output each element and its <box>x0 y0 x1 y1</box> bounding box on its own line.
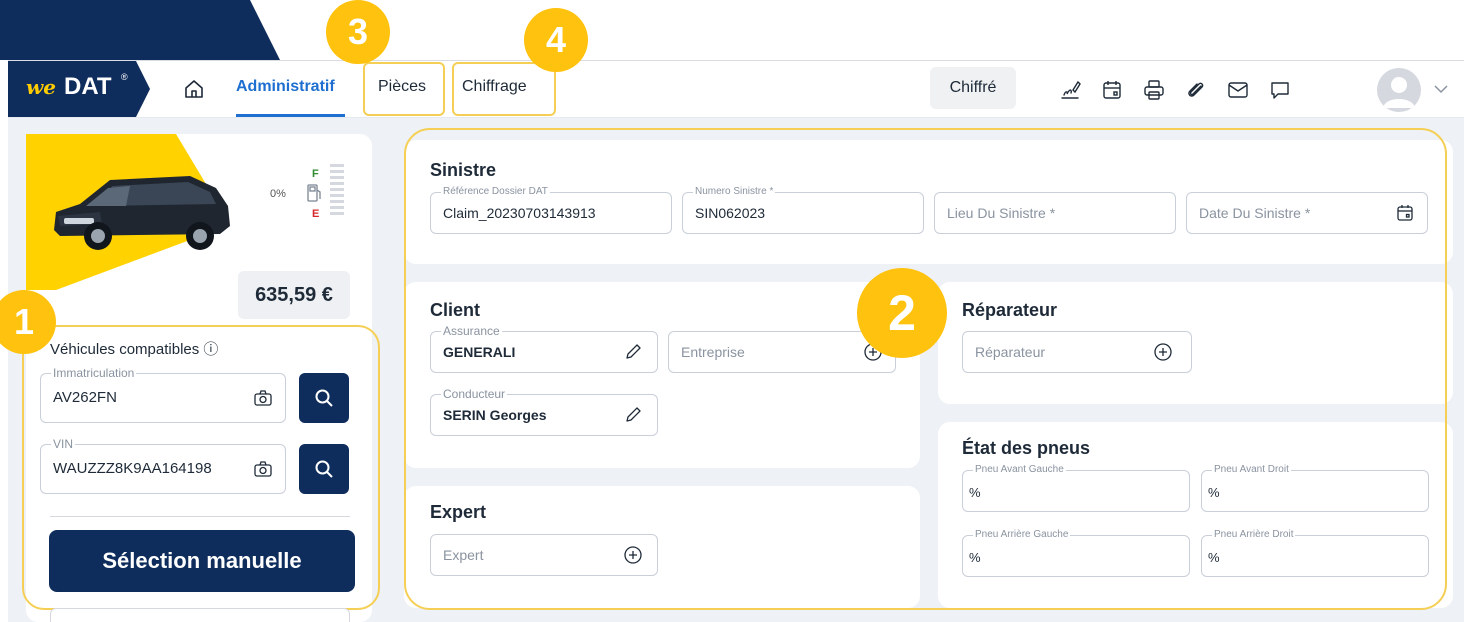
immatriculation-label: Immatriculation <box>51 366 137 380</box>
calendar-icon[interactable] <box>1100 78 1124 102</box>
compatible-vehicles-label: Véhicules compatibles ⓘ <box>50 341 219 358</box>
camera-icon[interactable] <box>253 388 273 408</box>
vin-field[interactable]: VIN WAUZZZ8K9AA164198 <box>40 437 286 494</box>
car-image <box>40 160 240 260</box>
signature-icon[interactable] <box>1058 78 1082 102</box>
fuel-empty-label: E <box>312 208 320 220</box>
search-icon <box>315 389 333 407</box>
tab-administratif[interactable]: Administratif <box>236 78 335 96</box>
camera-icon[interactable] <box>253 459 273 479</box>
home-icon[interactable] <box>183 78 205 100</box>
active-tab-indicator <box>236 114 345 117</box>
fuel-percentage: 0% <box>270 188 286 200</box>
callout-badge-3: 3 <box>326 0 390 64</box>
chat-icon[interactable] <box>1268 78 1292 102</box>
manual-selection-button[interactable]: Sélection manuelle <box>49 530 355 592</box>
callout-badge-2: 2 <box>857 268 947 358</box>
chevron-down-icon[interactable] <box>1432 80 1450 98</box>
tab-pieces[interactable]: Pièces <box>378 78 426 96</box>
vin-value: WAUZZZ8K9AA164198 <box>53 460 212 477</box>
fuel-pump-icon <box>306 182 322 204</box>
immatriculation-value: AV262FN <box>53 389 117 406</box>
form-highlight-box <box>404 128 1447 610</box>
fuel-gauge-bar <box>330 164 344 226</box>
immatriculation-search-button[interactable] <box>299 373 349 423</box>
immatriculation-field[interactable]: Immatriculation AV262FN <box>40 366 286 423</box>
logo-we-text: we <box>26 75 56 99</box>
user-avatar[interactable] <box>1377 68 1421 112</box>
divider <box>50 516 350 517</box>
fuel-full-label: F <box>312 168 319 180</box>
print-icon[interactable] <box>1142 78 1166 102</box>
tab-chiffrage[interactable]: Chiffrage <box>462 78 527 96</box>
callout-badge-4: 4 <box>524 8 588 72</box>
vin-label: VIN <box>51 437 76 451</box>
attachment-icon[interactable] <box>1184 78 1208 102</box>
logo-dat-text: DAT <box>64 73 112 100</box>
top-decoration <box>0 0 280 60</box>
next-field-partial <box>50 608 350 622</box>
estimate-total: 635,59 € <box>238 271 350 319</box>
status-button[interactable]: Chiffré <box>930 67 1016 109</box>
logo-registered-mark: ® <box>121 72 128 82</box>
vin-search-button[interactable] <box>299 444 349 494</box>
search-icon <box>315 460 333 478</box>
mail-icon[interactable] <box>1226 78 1250 102</box>
